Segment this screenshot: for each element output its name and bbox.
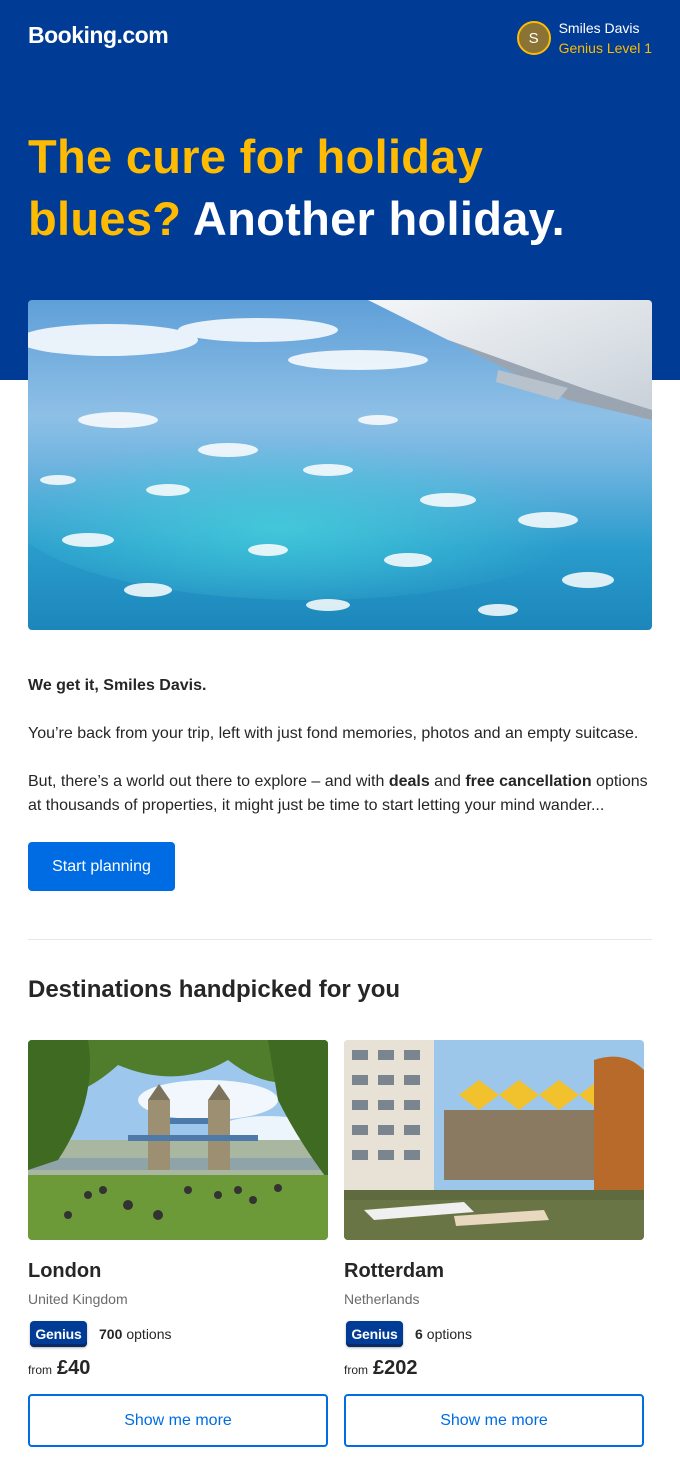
price-amount: £202 bbox=[373, 1357, 418, 1379]
para2-and: and bbox=[429, 773, 466, 790]
hero-headline: The cure for holiday blues? Another holi… bbox=[28, 126, 648, 250]
genius-level: Genius Level 1 bbox=[558, 40, 652, 56]
user-profile[interactable]: S Smiles Davis Genius Level 1 bbox=[516, 18, 652, 58]
para2-start: But, there’s a world out there to explor… bbox=[28, 773, 389, 790]
genius-badge: Genius bbox=[30, 1321, 87, 1347]
deals-text: deals bbox=[388, 773, 430, 790]
options-count: 6 bbox=[415, 1326, 423, 1342]
free-cancellation-text: free cancellation bbox=[465, 773, 592, 790]
start-planning-button[interactable]: Start planning bbox=[28, 842, 175, 891]
options-label: options bbox=[126, 1326, 172, 1342]
rotterdam-image[interactable] bbox=[344, 1040, 644, 1240]
destinations-title: Destinations handpicked for you bbox=[28, 976, 401, 1003]
avatar[interactable]: S bbox=[516, 21, 551, 55]
destination-card-rotterdam[interactable]: Rotterdam Netherlands Genius 6 options f… bbox=[344, 1040, 644, 1447]
price-amount: £40 bbox=[57, 1357, 91, 1379]
greeting: We get it, Smiles Davis. bbox=[28, 677, 207, 694]
price-from-label: from bbox=[28, 1363, 52, 1377]
section-divider bbox=[28, 939, 652, 940]
options-count: 700 bbox=[99, 1326, 123, 1342]
paragraph-explore: But, there’s a world out there to explor… bbox=[28, 770, 652, 818]
booking-logo[interactable]: Booking.com bbox=[28, 22, 169, 49]
city-name[interactable]: Rotterdam bbox=[344, 1260, 644, 1282]
country-name: Netherlands bbox=[344, 1291, 420, 1307]
price: from £40 bbox=[28, 1357, 328, 1380]
london-image[interactable] bbox=[28, 1040, 328, 1240]
body-copy: We get it, Smiles Davis. You’re back fro… bbox=[28, 674, 652, 842]
show-me-more-button[interactable]: Show me more bbox=[28, 1394, 328, 1447]
hero-image-airplane-wing bbox=[28, 300, 652, 630]
destination-card-london[interactable]: London United Kingdom Genius 700 options… bbox=[28, 1040, 328, 1447]
user-name: Smiles Davis bbox=[558, 20, 640, 36]
headline-white: Another holiday. bbox=[192, 192, 565, 245]
paragraph-back-from-trip: You’re back from your trip, left with ju… bbox=[28, 725, 639, 742]
city-name[interactable]: London bbox=[28, 1260, 328, 1282]
options-label: options bbox=[426, 1326, 472, 1342]
show-me-more-button[interactable]: Show me more bbox=[344, 1394, 644, 1447]
genius-badge: Genius bbox=[346, 1321, 403, 1347]
price-from-label: from bbox=[344, 1363, 368, 1377]
price: from £202 bbox=[344, 1357, 644, 1380]
country-name: United Kingdom bbox=[28, 1291, 128, 1307]
genius-options: Genius 700 options bbox=[28, 1321, 328, 1347]
genius-options: Genius 6 options bbox=[344, 1321, 644, 1347]
